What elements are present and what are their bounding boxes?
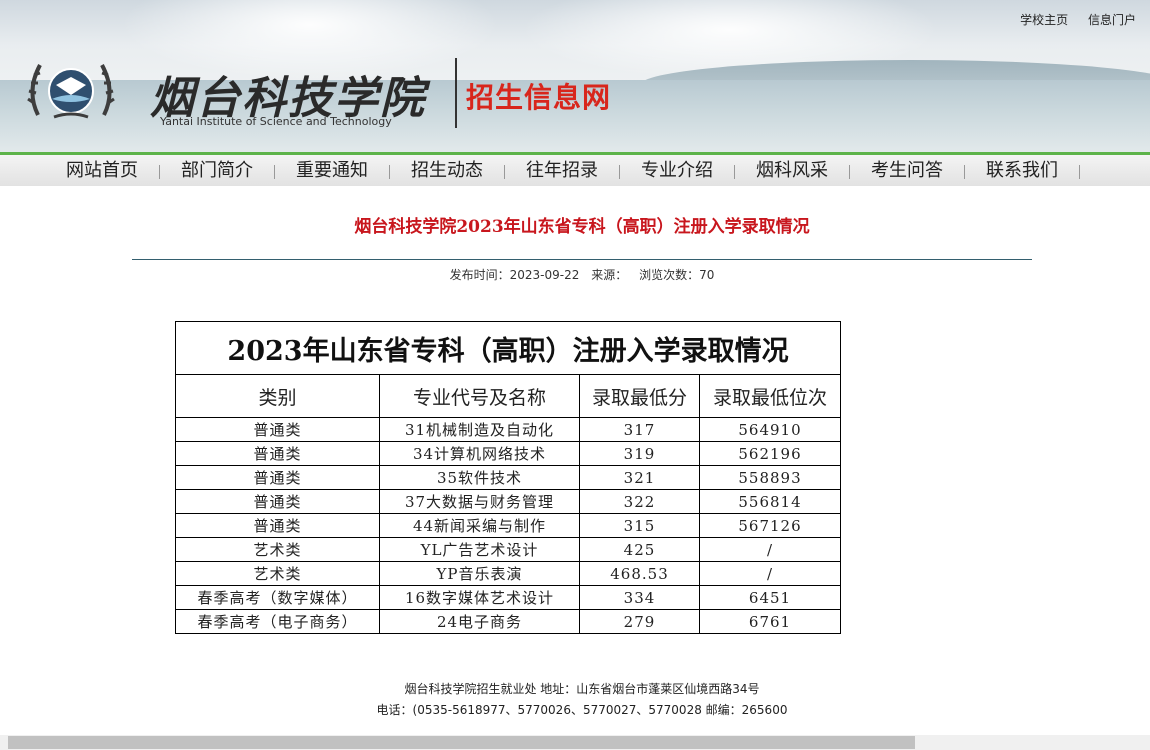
table-cell: 334: [579, 585, 700, 610]
table-cell: 31机械制造及自动化: [379, 417, 580, 442]
nav-admission-news[interactable]: 招生动态: [390, 159, 504, 183]
table-cell: 44新闻采编与制作: [379, 513, 580, 538]
main-nav: 网站首页 部门简介 重要通知 招生动态 往年招录 专业介绍 烟科风采 考生问答 …: [0, 152, 1150, 186]
table-cell: 425: [579, 537, 700, 562]
table-row: 普通类 44新闻采编与制作 315 567126: [175, 513, 841, 538]
nav-separator: [1079, 165, 1080, 179]
column-header: 录取最低位次: [699, 374, 841, 418]
nav-contact[interactable]: 联系我们: [965, 159, 1079, 183]
table-cell: 315: [579, 513, 700, 538]
nav-home[interactable]: 网站首页: [45, 159, 159, 183]
table-cell: YL广告艺术设计: [379, 537, 580, 562]
view-count: 浏览次数：70: [639, 268, 715, 282]
table-cell: 普通类: [175, 465, 380, 490]
table-cell: 567126: [699, 513, 841, 538]
table-cell: 35软件技术: [379, 465, 580, 490]
table-cell: 34计算机网络技术: [379, 441, 580, 466]
table-row: 普通类 37大数据与财务管理 322 556814: [175, 489, 841, 514]
school-home-link[interactable]: 学校主页: [1020, 13, 1068, 27]
table-cell: 普通类: [175, 489, 380, 514]
table-cell: 562196: [699, 441, 841, 466]
table-cell: 322: [579, 489, 700, 514]
title-divider: [132, 259, 1032, 260]
table-row: 普通类 31机械制造及自动化 317 564910: [175, 417, 841, 442]
table-row: 普通类 34计算机网络技术 319 562196: [175, 441, 841, 466]
nav-majors[interactable]: 专业介绍: [620, 159, 734, 183]
footer-contact: 电话：(0535-5618977、5770026、5770027、5770028…: [376, 703, 788, 717]
info-portal-link[interactable]: 信息门户: [1088, 13, 1136, 27]
nav-campus-style[interactable]: 烟科风采: [735, 159, 849, 183]
column-header: 录取最低分: [579, 374, 700, 418]
table-cell: 564910: [699, 417, 841, 442]
table-cell: 普通类: [175, 513, 380, 538]
publish-date: 发布时间：2023-09-22: [449, 268, 580, 282]
table-cell: YP音乐表演: [379, 561, 580, 586]
table-cell: 37大数据与财务管理: [379, 489, 580, 514]
admission-table: 2023年山东省专科（高职）注册入学录取情况 类别 专业代号及名称 录取最低分 …: [175, 321, 841, 634]
table-cell: 317: [579, 417, 700, 442]
table-cell: 558893: [699, 465, 841, 490]
table-cell: 16数字媒体艺术设计: [379, 585, 580, 610]
table-cell: 279: [579, 609, 700, 634]
column-header: 类别: [175, 374, 380, 418]
nav-notices[interactable]: 重要通知: [275, 159, 389, 183]
nav-past-admissions[interactable]: 往年招录: [505, 159, 619, 183]
table-title: 2023年山东省专科（高职）注册入学录取情况: [175, 321, 841, 375]
logo-site-name: 招生信息网: [466, 81, 612, 114]
footer-address: 烟台科技学院招生就业处 地址：山东省烟台市蓬莱区仙境西路34号: [404, 682, 760, 696]
table-cell: 321: [579, 465, 700, 490]
table-cell: 春季高考（数字媒体）: [175, 585, 380, 610]
top-links: 学校主页 信息门户: [1004, 11, 1136, 28]
table-cell: 6451: [699, 585, 841, 610]
article-title: 烟台科技学院2023年山东省专科（高职）注册入学录取情况: [354, 217, 810, 237]
table-row: 普通类 35软件技术 321 558893: [175, 465, 841, 490]
table-cell: 319: [579, 441, 700, 466]
table-cell: 556814: [699, 489, 841, 514]
article-meta: 发布时间：2023-09-22 来源： 浏览次数：70: [0, 266, 1150, 283]
school-emblem-icon: [27, 64, 115, 119]
table-row: 艺术类 YL广告艺术设计 425/: [175, 537, 841, 562]
table-cell: 6761: [699, 609, 841, 634]
table-cell: 24电子商务: [379, 609, 580, 634]
logo-school-english-name: Yantai Institute of Science and Technolo…: [160, 115, 392, 128]
nav-department[interactable]: 部门简介: [160, 159, 274, 183]
table-row: 艺术类 YP音乐表演 468.53/: [175, 561, 841, 586]
table-cell: 春季高考（电子商务）: [175, 609, 380, 634]
horizontal-scrollbar[interactable]: [0, 735, 1150, 750]
table-cell: /: [699, 561, 841, 586]
source: 来源：: [591, 268, 628, 282]
header-banner: 学校主页 信息门户 烟台科技学院 Yantai Institute of Sci…: [0, 0, 1150, 152]
table-cell: 468.53: [579, 561, 700, 586]
table-cell: 艺术类: [175, 561, 380, 586]
table-cell: 普通类: [175, 441, 380, 466]
table-cell: 普通类: [175, 417, 380, 442]
table-row: 春季高考（电子商务） 24电子商务 279 6761: [175, 609, 841, 634]
scrollbar-thumb[interactable]: [8, 736, 915, 749]
table-row: 春季高考（数字媒体） 16数字媒体艺术设计 334 6451: [175, 585, 841, 610]
column-header: 专业代号及名称: [379, 374, 580, 418]
logo-divider: [455, 58, 457, 128]
nav-faq[interactable]: 考生问答: [850, 159, 964, 183]
table-cell: 艺术类: [175, 537, 380, 562]
table-cell: /: [699, 537, 841, 562]
